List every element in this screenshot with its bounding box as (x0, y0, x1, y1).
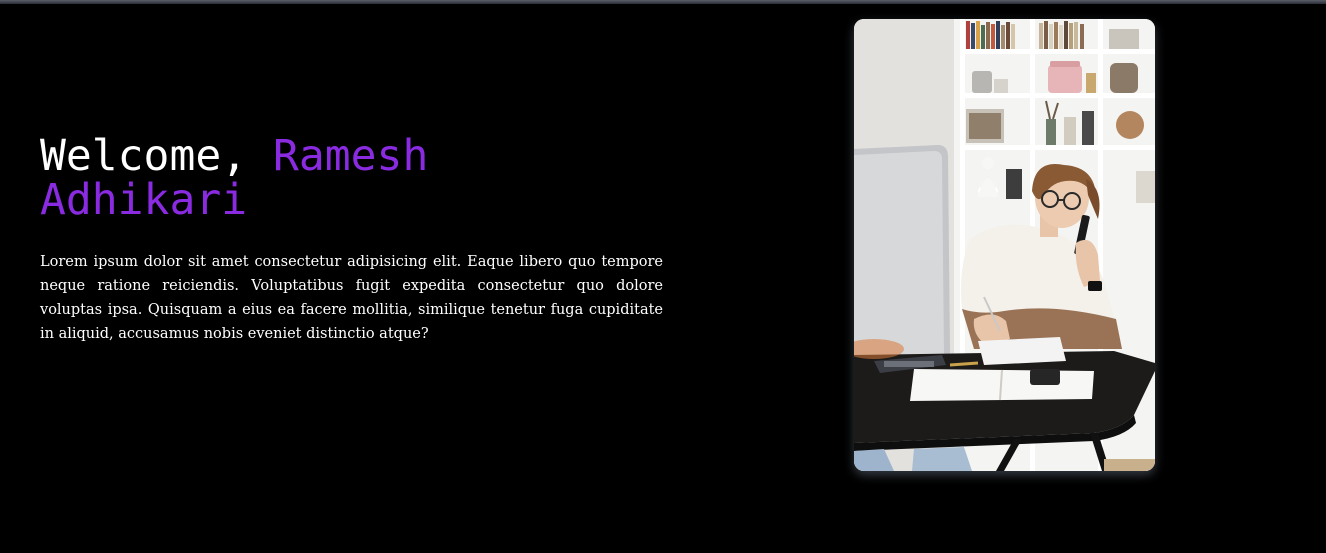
user-first-name: Ramesh (273, 131, 429, 181)
intro-paragraph: Lorem ipsum dolor sit amet consectetur a… (40, 254, 663, 342)
welcome-greeting: Welcome, (40, 131, 273, 181)
hero-photo (854, 19, 1155, 471)
photo-illustration (854, 19, 1155, 471)
user-last-name: Adhikari (40, 175, 248, 225)
welcome-heading: Welcome, Ramesh Adhikari (40, 134, 680, 222)
